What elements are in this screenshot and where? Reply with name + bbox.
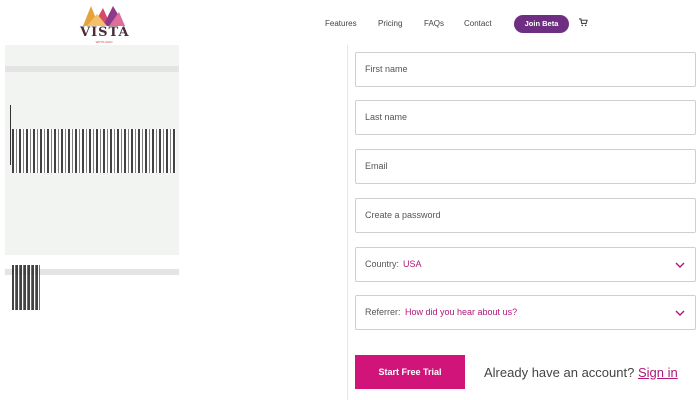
- signin-link[interactable]: Sign in: [638, 365, 678, 380]
- glitch-text-block: [12, 265, 40, 310]
- password-field[interactable]: Create a password: [355, 198, 696, 233]
- email-placeholder: Email: [365, 161, 388, 171]
- nav-features[interactable]: Features: [325, 19, 357, 28]
- nav-pricing[interactable]: Pricing: [378, 19, 402, 28]
- country-value: USA: [403, 259, 422, 269]
- referrer-value: How did you hear about us?: [405, 307, 518, 317]
- divider-bar: [5, 66, 179, 72]
- account-prompt-text: Already have an account?: [484, 365, 635, 380]
- first-name-field[interactable]: First name: [355, 52, 696, 87]
- last-name-field[interactable]: Last name: [355, 100, 696, 135]
- email-field[interactable]: Email: [355, 149, 696, 184]
- last-name-placeholder: Last name: [365, 112, 408, 122]
- cart-icon[interactable]: [579, 18, 588, 27]
- nav-contact[interactable]: Contact: [464, 19, 492, 28]
- brand-name: VISTA: [80, 25, 130, 40]
- brand-logo[interactable]: VISTA WP PLUGIN: [80, 6, 130, 44]
- first-name-placeholder: First name: [365, 64, 408, 74]
- glitch-line: [10, 105, 11, 165]
- country-select[interactable]: Country: USA: [355, 247, 696, 282]
- column-divider: [347, 45, 348, 400]
- brand-tagline: WP PLUGIN: [95, 40, 113, 44]
- glitch-text-block: [12, 129, 176, 173]
- referrer-label: Referrer:: [365, 307, 401, 317]
- nav-faqs[interactable]: FAQs: [424, 19, 444, 28]
- country-label: Country:: [365, 259, 400, 269]
- referrer-select[interactable]: Referrer: How did you hear about us?: [355, 295, 696, 330]
- logo-mark-icon: [83, 6, 125, 26]
- join-beta-button[interactable]: Join Beta: [514, 15, 569, 33]
- start-free-trial-button[interactable]: Start Free Trial: [355, 355, 465, 389]
- chevron-down-icon: [675, 262, 685, 268]
- signin-prompt: Already have an account? Sign in: [484, 365, 678, 380]
- password-placeholder: Create a password: [365, 210, 441, 220]
- chevron-down-icon: [675, 310, 685, 316]
- promo-graphic: [5, 45, 179, 355]
